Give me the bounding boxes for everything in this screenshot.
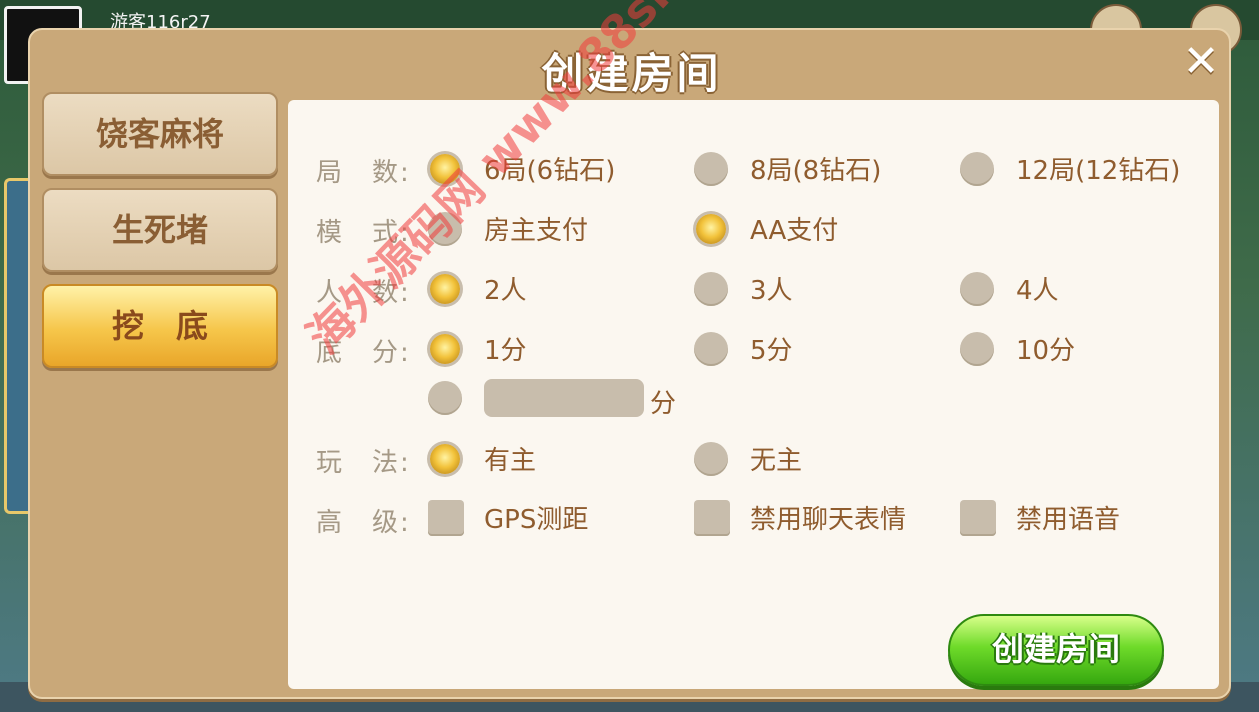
- option-label: GPS测距: [484, 505, 589, 535]
- create-room-button[interactable]: 创建房间: [948, 614, 1164, 686]
- close-button[interactable]: ✕: [1179, 40, 1223, 84]
- option-label: AA支付: [750, 216, 839, 246]
- option-label: 4人: [1016, 276, 1059, 306]
- option-label: 1分: [484, 336, 527, 366]
- radio-icon: [694, 441, 728, 476]
- option-label: 无主: [750, 446, 803, 476]
- base-option-1[interactable]: 1分: [428, 330, 527, 367]
- radio-selected-icon: [430, 443, 460, 474]
- radio-icon: [694, 331, 728, 366]
- players-option-2[interactable]: 2人: [428, 270, 527, 307]
- rounds-label: 局 数:: [316, 158, 411, 188]
- players-option-3[interactable]: 3人: [694, 270, 793, 307]
- players-option-4[interactable]: 4人: [960, 270, 1059, 307]
- base-option-5[interactable]: 5分: [694, 330, 793, 367]
- option-label: 3人: [750, 276, 793, 306]
- play-style-label: 玩 法:: [316, 448, 411, 478]
- custom-unit-label: 分: [650, 389, 677, 419]
- radio-icon: [960, 271, 994, 306]
- play-option-with-trump[interactable]: 有主: [428, 440, 536, 477]
- option-label: 禁用语音: [1016, 505, 1121, 535]
- option-label: 8局(8钻石): [750, 156, 882, 186]
- option-label: 房主支付: [484, 216, 589, 246]
- base-option-10[interactable]: 10分: [960, 330, 1075, 367]
- checkbox-icon: [428, 499, 464, 536]
- mode-option-aa-pay[interactable]: AA支付: [694, 210, 838, 247]
- radio-icon: [960, 151, 994, 186]
- radio-icon: [428, 381, 462, 415]
- rounds-option-8[interactable]: 8局(8钻石): [694, 150, 881, 187]
- checkbox-icon: [960, 499, 996, 536]
- radio-icon: [694, 151, 728, 186]
- advanced-label: 高 级:: [316, 508, 411, 538]
- tab-wadi[interactable]: 挖 底: [42, 284, 278, 368]
- radio-icon: [960, 331, 994, 366]
- option-label: 12局(12钻石): [1016, 156, 1181, 186]
- radio-selected-icon: [696, 213, 726, 244]
- option-label: 有主: [484, 446, 537, 476]
- option-label: 2人: [484, 276, 527, 306]
- create-room-dialog: 创建房间 ✕ 饶客麻将 生死堵 挖 底 局 数: 6局(6钻石) 8局(8钻石)…: [28, 28, 1231, 699]
- base-option-custom[interactable]: [428, 381, 462, 415]
- option-label: 10分: [1016, 336, 1076, 366]
- option-label: 5分: [750, 336, 793, 366]
- disable-chat-emoji-checkbox[interactable]: 禁用聊天表情: [694, 499, 906, 536]
- radio-icon: [694, 271, 728, 306]
- radio-selected-icon: [430, 333, 460, 364]
- tab-shengsi-du[interactable]: 生死堵: [42, 188, 278, 272]
- disable-voice-checkbox[interactable]: 禁用语音: [960, 499, 1120, 536]
- checkbox-icon: [694, 499, 730, 536]
- gps-distance-checkbox[interactable]: GPS测距: [428, 499, 588, 536]
- play-option-no-trump[interactable]: 无主: [694, 440, 802, 477]
- radio-selected-icon: [430, 273, 460, 304]
- option-label: 禁用聊天表情: [750, 505, 907, 535]
- custom-base-score-input[interactable]: [484, 379, 644, 417]
- rounds-option-12[interactable]: 12局(12钻石): [960, 150, 1180, 187]
- tab-raoke-mahjong[interactable]: 饶客麻将: [42, 92, 278, 176]
